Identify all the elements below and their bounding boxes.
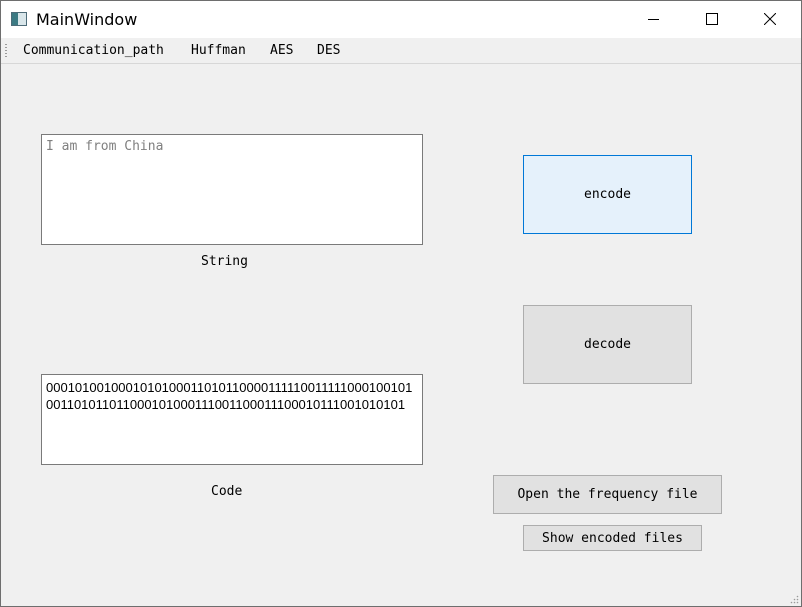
app-icon (11, 12, 27, 26)
decode-button[interactable]: decode (523, 305, 692, 384)
open-frequency-file-button[interactable]: Open the frequency file (493, 475, 722, 514)
encode-button[interactable]: encode (523, 155, 692, 234)
string-input-placeholder: I am from China (46, 139, 164, 154)
minimize-icon (648, 19, 659, 20)
menu-huffman[interactable]: Huffman (191, 43, 246, 58)
window-title: MainWindow (36, 10, 138, 29)
code-label: Code (211, 484, 243, 499)
maximize-button[interactable] (690, 1, 736, 38)
close-button[interactable] (748, 1, 794, 38)
code-output-text: 0001010010001010100011010110000111110011… (46, 380, 413, 412)
title-bar[interactable]: MainWindow (1, 1, 801, 38)
minimize-button[interactable] (632, 1, 678, 38)
code-output[interactable]: 0001010010001010100011010110000111110011… (41, 374, 423, 465)
close-icon (764, 13, 776, 25)
resize-grip-icon[interactable] (789, 594, 799, 604)
string-input[interactable]: I am from China (41, 134, 423, 245)
menu-bar: Communication_path Huffman AES DES (1, 39, 801, 64)
menu-des[interactable]: DES (317, 43, 340, 58)
main-window: MainWindow Communication_path Huffman AE… (0, 0, 802, 607)
string-label: String (201, 254, 248, 269)
menu-grip-handle[interactable] (5, 44, 7, 58)
menu-aes[interactable]: AES (270, 43, 293, 58)
maximize-icon (706, 13, 718, 25)
show-encoded-files-button[interactable]: Show encoded files (523, 525, 702, 551)
menu-communication-path[interactable]: Communication_path (23, 43, 164, 58)
